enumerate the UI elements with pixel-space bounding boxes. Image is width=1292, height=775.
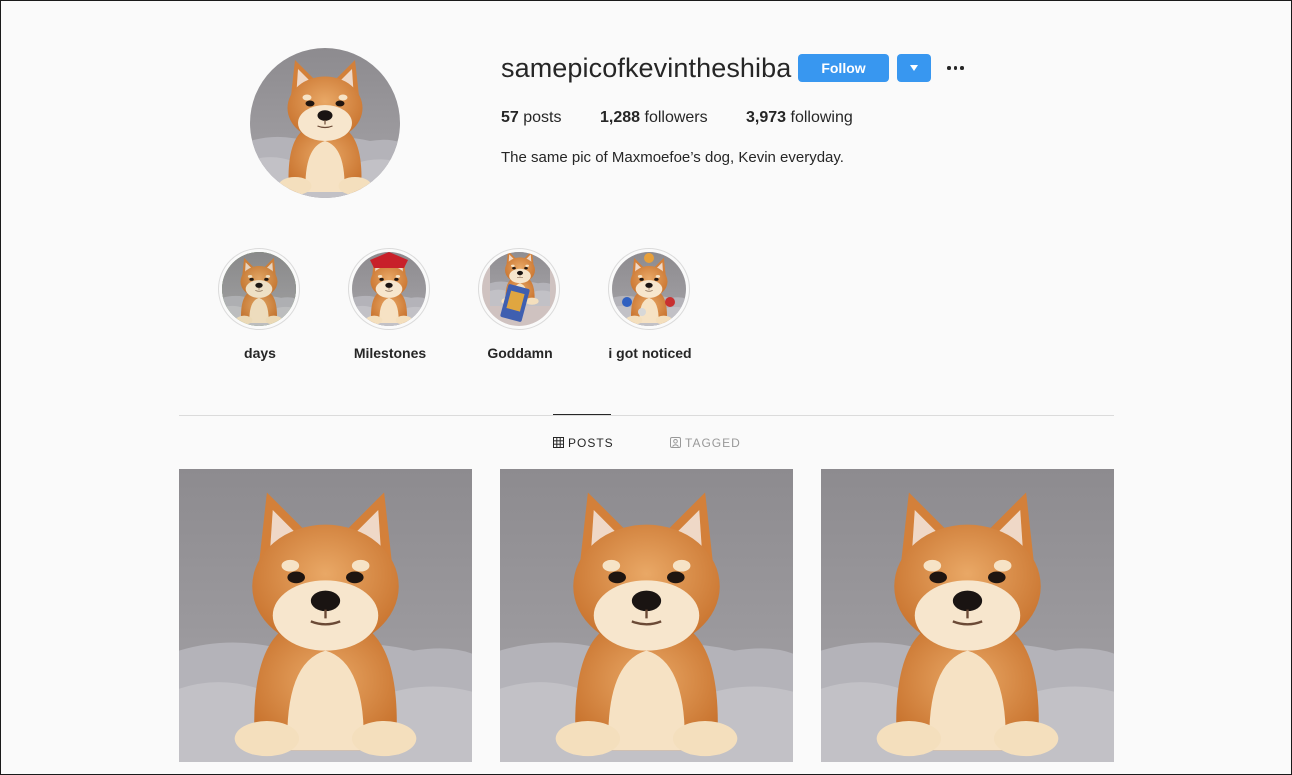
following-count-value: 3,973 [746, 109, 787, 126]
caret-down-icon [910, 65, 918, 71]
followers-count-label: followers [644, 109, 708, 126]
suggested-accounts-dropdown-button[interactable] [897, 54, 931, 82]
follow-button[interactable]: Follow [798, 54, 889, 82]
more-options-icon-dot [953, 66, 957, 70]
profile-page: samepicofkevintheshiba Follow 57 posts 1… [0, 0, 1292, 775]
highlight-cover [478, 248, 560, 330]
more-options-icon [947, 66, 951, 70]
post-thumbnail[interactable] [821, 469, 1114, 762]
posts-count-label: posts [523, 109, 562, 126]
shiba-photo [250, 48, 400, 198]
post-thumbnail[interactable] [500, 469, 793, 762]
tagged-icon [670, 437, 681, 448]
highlight-cover [218, 248, 300, 330]
followers-link[interactable]: 1,288 followers [600, 109, 708, 127]
shiba-photo [482, 252, 556, 326]
profile-avatar[interactable] [250, 48, 400, 198]
highlight-cover [608, 248, 690, 330]
highlight-i-got-noticed[interactable]: i got noticed [585, 248, 715, 368]
tab-tagged-label: TAGGED [685, 436, 741, 450]
profile-username: samepicofkevintheshiba [501, 53, 792, 83]
highlight-label: days [244, 345, 276, 361]
highlight-goddamn[interactable]: Goddamn [455, 248, 585, 368]
shiba-photo [352, 252, 426, 326]
highlight-label: Milestones [353, 345, 427, 361]
active-tab-indicator [553, 414, 611, 415]
posts-count-value: 57 [501, 109, 519, 126]
highlight-label: i got noticed [608, 345, 692, 361]
more-options-button[interactable] [943, 57, 967, 79]
grid-icon [553, 437, 564, 448]
shiba-photo [179, 469, 472, 762]
followers-count-value: 1,288 [600, 109, 641, 126]
shiba-photo [612, 252, 686, 326]
highlight-cover [348, 248, 430, 330]
following-count-label: following [790, 109, 853, 126]
shiba-photo [500, 469, 793, 762]
shiba-photo [222, 252, 296, 326]
more-options-icon-dot [960, 66, 964, 70]
tab-posts-label: POSTS [568, 436, 614, 450]
shiba-photo [821, 469, 1114, 762]
highlight-days[interactable]: days [195, 248, 325, 368]
post-thumbnail[interactable] [179, 469, 472, 762]
following-link[interactable]: 3,973 following [746, 109, 853, 127]
tabs-divider [179, 415, 1114, 416]
profile-bio: The same pic of Maxmoefoe’s dog, Kevin e… [501, 149, 844, 166]
tab-posts[interactable]: POSTS [553, 436, 614, 450]
highlight-label: Goddamn [487, 345, 553, 361]
posts-count: 57 posts [501, 109, 562, 127]
tab-tagged[interactable]: TAGGED [670, 436, 741, 450]
highlight-milestones[interactable]: Milestones [325, 248, 455, 368]
